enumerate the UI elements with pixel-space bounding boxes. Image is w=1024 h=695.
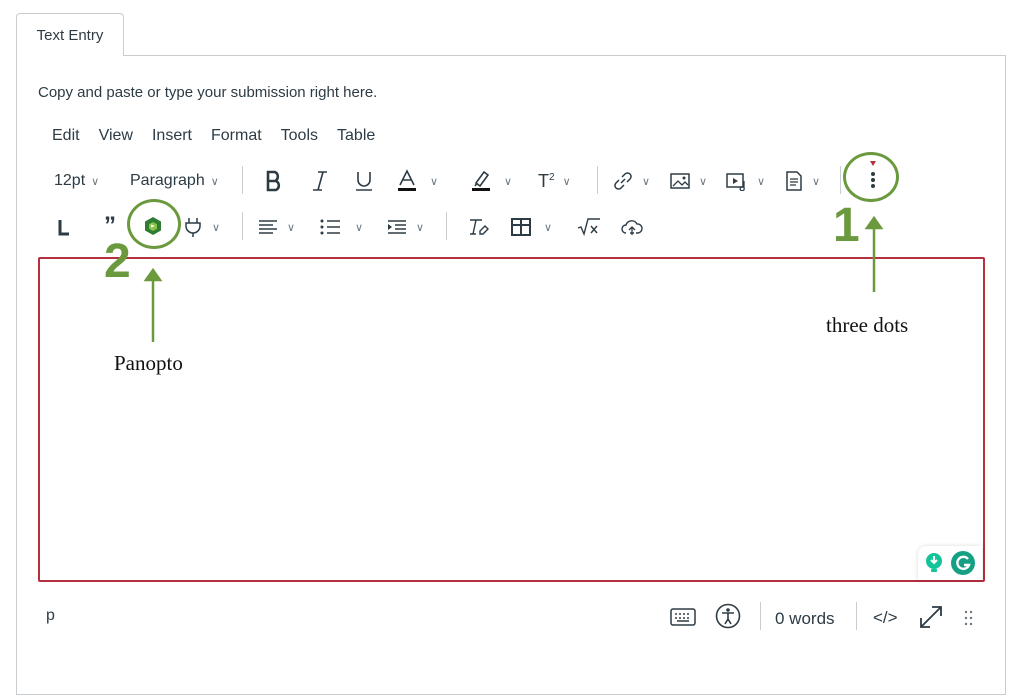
- font-size-value: 12pt: [54, 172, 86, 189]
- accessibility-icon: [715, 603, 741, 629]
- ltr-direction-button[interactable]: [52, 215, 76, 239]
- accessibility-checker-button[interactable]: [714, 602, 742, 630]
- keyboard-icon: [670, 608, 696, 626]
- link-button[interactable]: ∨: [612, 168, 650, 194]
- image-button[interactable]: ∨: [669, 168, 707, 194]
- underline-button[interactable]: [352, 168, 376, 194]
- menu-tools[interactable]: Tools: [281, 127, 318, 145]
- image-icon: [670, 173, 690, 189]
- callout-label-three-dots: three dots: [826, 313, 909, 337]
- document-button[interactable]: ∨: [784, 168, 820, 194]
- callout-circle-1: [843, 152, 899, 202]
- drag-handle-icon: [964, 610, 973, 626]
- grammarly-g-icon: [951, 551, 975, 575]
- callout-number-1: 1: [833, 199, 860, 252]
- instructions-text: Copy and paste or type your submission r…: [38, 84, 378, 101]
- chevron-down-icon: ∨: [210, 175, 219, 188]
- rich-text-editor-area[interactable]: [38, 257, 985, 582]
- superscript-icon: T2: [538, 171, 555, 192]
- chevron-down-icon: ∨: [757, 175, 766, 188]
- italic-button[interactable]: [308, 168, 332, 194]
- text-color-button[interactable]: ∨: [396, 168, 438, 194]
- menu-format[interactable]: Format: [211, 127, 262, 145]
- align-left-icon: [259, 220, 277, 234]
- bold-button[interactable]: [262, 168, 286, 194]
- indent-button[interactable]: ∨: [386, 214, 424, 240]
- underline-icon: [356, 172, 372, 191]
- table-icon: [511, 218, 531, 236]
- chevron-down-icon: ∨: [430, 175, 439, 188]
- menu-view[interactable]: View: [99, 127, 133, 145]
- callout-circle-2: [127, 199, 181, 249]
- plugins-button[interactable]: ∨: [182, 214, 220, 240]
- list-button[interactable]: ∨: [319, 214, 363, 240]
- toolbar-separator: [597, 166, 598, 194]
- grammarly-widget[interactable]: [918, 546, 982, 580]
- media-icon: [726, 173, 745, 191]
- text-color-icon: [398, 169, 416, 191]
- statusbar-separator: [856, 602, 857, 630]
- link-icon: [614, 172, 632, 190]
- editor-menubar: Edit View Insert Format Tools Table: [52, 127, 394, 145]
- menu-table[interactable]: Table: [337, 127, 375, 145]
- chevron-down-icon: ∨: [355, 221, 364, 234]
- keyboard-shortcuts-button[interactable]: [668, 604, 698, 630]
- toolbar-separator: [242, 166, 243, 194]
- cloud-icon: [621, 220, 643, 235]
- toolbar-separator: [840, 166, 841, 194]
- chevron-down-icon: ∨: [212, 221, 221, 234]
- menu-edit[interactable]: Edit: [52, 127, 80, 145]
- square-root-icon: [577, 218, 600, 237]
- bullet-list-icon: [320, 219, 340, 235]
- callout-label-panopto: Panopto: [114, 351, 183, 375]
- chevron-down-icon: ∨: [699, 175, 708, 188]
- callout-arrow-2: [143, 267, 163, 342]
- equation-button[interactable]: [577, 214, 601, 240]
- fullscreen-button[interactable]: [917, 603, 945, 631]
- block-format-value: Paragraph: [130, 172, 205, 189]
- resize-handle[interactable]: [962, 608, 976, 628]
- font-size-select[interactable]: 12pt ∨: [54, 168, 99, 194]
- callout-number-2: 2: [104, 235, 131, 288]
- expand-icon: [920, 606, 942, 628]
- clear-formatting-button[interactable]: [466, 214, 490, 240]
- element-path[interactable]: p: [46, 607, 55, 625]
- word-count[interactable]: 0 words: [775, 609, 835, 629]
- toolbar-separator: [242, 212, 243, 240]
- toolbar-separator: [446, 212, 447, 240]
- tab-text-entry[interactable]: Text Entry: [16, 13, 124, 56]
- cloud-upload-button[interactable]: [620, 214, 644, 240]
- italic-icon: [313, 171, 327, 191]
- highlighter-icon: [472, 170, 490, 191]
- clear-formatting-icon: [470, 219, 489, 235]
- chevron-down-icon: ∨: [287, 221, 296, 234]
- chevron-down-icon: ∨: [812, 175, 821, 188]
- superscript-button[interactable]: T2 ∨: [538, 168, 571, 194]
- superscript-number: 2: [549, 171, 555, 183]
- chevron-down-icon: ∨: [416, 221, 425, 234]
- chevron-down-icon: ∨: [544, 221, 553, 234]
- block-format-select[interactable]: Paragraph ∨: [130, 168, 219, 194]
- media-button[interactable]: ∨: [725, 168, 765, 194]
- callout-arrow-1: [864, 215, 884, 292]
- chevron-down-icon: ∨: [562, 175, 571, 188]
- plug-icon: [185, 218, 201, 237]
- text-direction-icon: [58, 220, 69, 236]
- align-button[interactable]: ∨: [257, 214, 295, 240]
- highlight-color-button[interactable]: ∨: [470, 168, 512, 194]
- bold-icon: [266, 170, 281, 192]
- document-icon: [786, 171, 802, 191]
- superscript-letter: T: [538, 170, 549, 191]
- html-editor-toggle[interactable]: </>: [873, 608, 898, 628]
- statusbar-separator: [760, 602, 761, 630]
- menu-insert[interactable]: Insert: [152, 127, 192, 145]
- chevron-down-icon: ∨: [91, 175, 100, 188]
- indent-icon: [388, 220, 406, 234]
- lightbulb-icon: [926, 553, 942, 572]
- chevron-down-icon: ∨: [642, 175, 651, 188]
- chevron-down-icon: ∨: [504, 175, 513, 188]
- table-button[interactable]: ∨: [510, 214, 552, 240]
